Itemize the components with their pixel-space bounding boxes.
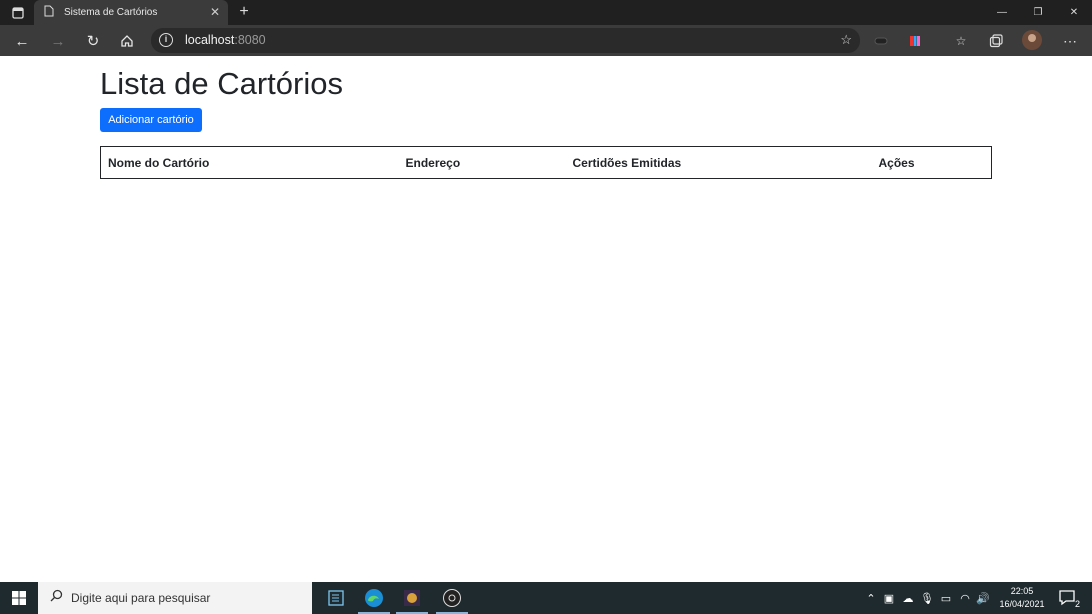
close-tab-icon[interactable]: ✕ [208,5,222,19]
meet-now-icon[interactable]: ▣ [880,592,898,605]
edge-icon[interactable] [356,582,392,614]
address-bar[interactable]: i localhost:8080 ☆ [151,28,860,53]
app-shield-icon[interactable] [394,582,430,614]
header-nome: Nome do Cartório [108,155,210,170]
extension-icon[interactable] [872,32,890,50]
notification-count: 2 [1074,599,1080,609]
address-text: localhost:8080 [185,33,266,47]
favorites-icon[interactable]: ☆ [952,32,970,50]
page-content: Lista de Cartórios Adicionar cartório No… [0,56,1092,582]
wifi-icon[interactable]: ◠ [956,592,974,605]
table-header-row: Nome do Cartório Endereço Certidões Emit… [101,147,992,179]
back-icon[interactable]: ← [10,29,34,53]
clock-time: 22:05 [1010,586,1034,596]
tab-title: Sistema de Cartórios [64,7,158,18]
profile-avatar[interactable] [1022,30,1042,50]
add-cartorio-button[interactable]: Adicionar cartório [100,108,202,132]
system-tray: ⌃ ▣ ☁ 🎙 ▭ ◠ 🔊 [862,582,992,614]
home-icon[interactable] [115,29,139,53]
browser-tab[interactable]: Sistema de Cartórios ✕ [34,0,228,25]
search-placeholder: Digite aqui para pesquisar [71,591,211,605]
volume-icon[interactable]: 🔊 [974,592,992,605]
notifications-icon[interactable]: 2 [1058,589,1080,609]
close-window-button[interactable]: ✕ [1056,0,1092,25]
onedrive-icon[interactable]: ☁ [898,592,918,605]
taskbar-search[interactable]: Digite aqui para pesquisar [38,582,312,614]
window-controls: — ❐ ✕ [984,0,1092,25]
taskbar: Digite aqui para pesquisar ⌃ ▣ ☁ 🎙 ▭ ◠ 🔊… [0,582,1092,614]
obs-icon[interactable] [434,582,470,614]
search-icon [50,589,63,607]
header-certidoes: Certidões Emitidas [572,155,682,170]
site-info-icon[interactable]: i [159,33,173,47]
battery-icon[interactable]: ▭ [936,592,956,605]
header-acoes: Ações [878,155,915,170]
clock-date: 16/04/2021 [999,599,1045,609]
windows-start-icon[interactable] [0,582,38,614]
extension-color-icon[interactable] [906,32,924,50]
collections-icon[interactable] [987,32,1005,50]
chevron-up-icon[interactable]: ⌃ [862,592,880,605]
forward-icon[interactable]: → [46,29,70,53]
page-icon [44,4,54,22]
add-favorite-icon[interactable]: ☆ [840,32,852,48]
more-options-icon[interactable]: ⋯ [1061,32,1079,50]
tab-actions-icon[interactable] [6,4,30,22]
cartorios-table: Nome do Cartório Endereço Certidões Emit… [100,146,992,179]
browser-toolbar: ← → ↻ i localhost:8080 ☆ ☆ ⋯ [0,25,1092,56]
minimize-button[interactable]: — [984,0,1020,25]
page-title: Lista de Cartórios [100,66,343,101]
browser-tab-bar: Sistema de Cartórios ✕ + — ❐ ✕ [0,0,1092,25]
restore-button[interactable]: ❐ [1020,0,1056,25]
refresh-icon[interactable]: ↻ [81,29,105,53]
new-tab-button[interactable]: + [234,3,254,21]
microphone-icon[interactable]: 🎙 [918,592,936,605]
task-view-icon[interactable] [318,582,354,614]
header-endereco: Endereço [405,155,461,170]
taskbar-clock[interactable]: 22:05 16/04/2021 [996,585,1048,611]
